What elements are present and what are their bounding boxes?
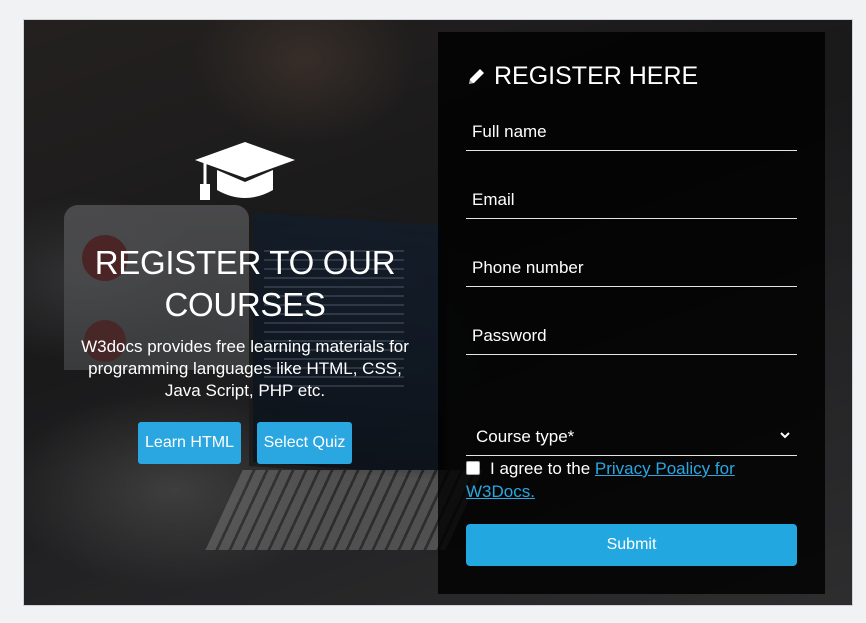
email-placeholder: Email [472,190,515,209]
course-type-label: Course type* [476,427,575,446]
hero-description: W3docs provides free learning materials … [81,337,409,400]
agree-checkbox[interactable] [466,461,480,475]
graduation-cap-icon [195,142,295,200]
hero-buttons: Learn HTML Select Quiz [60,422,430,464]
pencil-icon [469,68,484,84]
submit-button[interactable]: Submit [466,524,797,566]
password-placeholder: Password [472,326,547,345]
learn-html-button[interactable]: Learn HTML [138,422,241,464]
full-name-placeholder: Full name [472,122,547,141]
agree-text: I agree to the [490,459,595,478]
register-form-panel: REGISTER HERE Full name Email Phone numb… [438,32,825,594]
hero-title: REGISTER TO OUR COURSES [94,244,396,323]
email-field[interactable]: Email [466,184,797,219]
form-title-text: REGISTER HERE [494,62,699,90]
course-type-select[interactable]: Course type* [466,419,797,456]
chevron-down-icon [780,432,790,439]
phone-placeholder: Phone number [472,258,584,277]
hero-content: REGISTER TO OUR COURSES W3docs provides … [60,140,430,464]
privacy-agreement: I agree to the Privacy Poalicy for W3Doc… [466,457,796,503]
password-field[interactable]: Password [466,320,797,355]
full-name-field[interactable]: Full name [466,116,797,151]
select-quiz-button[interactable]: Select Quiz [257,422,352,464]
phone-field[interactable]: Phone number [466,252,797,287]
form-title: REGISTER HERE [466,62,698,91]
